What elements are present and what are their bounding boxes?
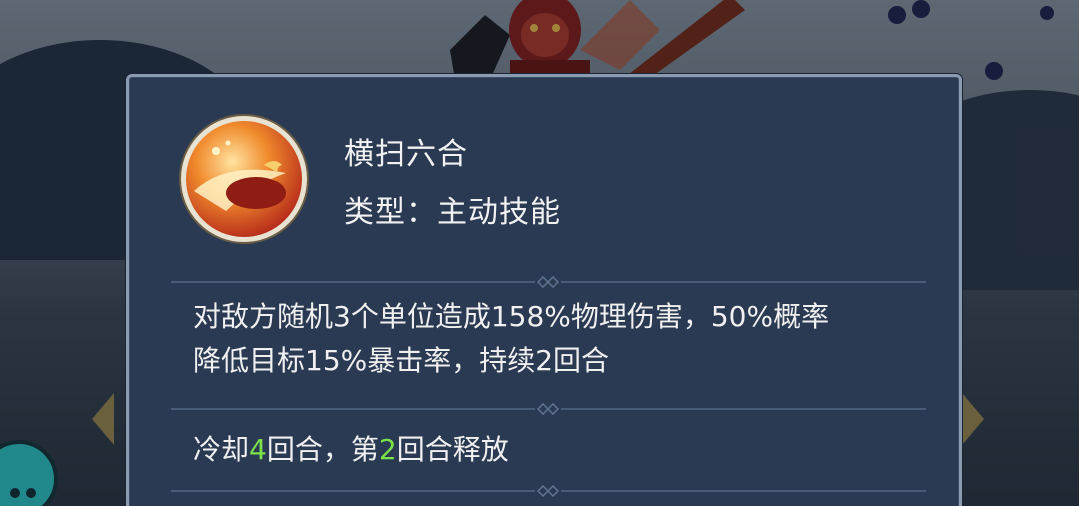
cooldown-prefix: 冷却: [193, 433, 250, 466]
diamond-ornament-icon: [535, 276, 561, 288]
diamond-ornament-icon: [535, 485, 561, 497]
section-divider: [171, 485, 926, 497]
release-round: 2: [378, 433, 397, 466]
description-line: 降低目标15%暴击率，持续2回合: [193, 344, 610, 377]
cooldown-info: 冷却4回合，第2回合释放: [193, 428, 509, 468]
cooldown-rounds: 4: [249, 433, 267, 466]
skill-detail-panel: 横扫六合 类型：主动技能 对敌方随机3个单位造成158%物理伤害，50%概率 降…: [126, 74, 962, 506]
cooldown-middle: 回合，第: [266, 433, 379, 466]
description-line: 对敌方随机3个单位造成158%物理伤害，50%概率: [193, 300, 830, 333]
diamond-ornament-icon: [535, 403, 561, 415]
skill-name: 横扫六合: [344, 137, 468, 172]
game-scene: 横扫六合 类型：主动技能 对敌方随机3个单位造成158%物理伤害，50%概率 降…: [0, 0, 1079, 506]
sweeping-slash-icon: [179, 114, 309, 244]
skill-description: 对敌方随机3个单位造成158%物理伤害，50%概率 降低目标15%暴击率，持续2…: [193, 295, 933, 383]
section-divider: [171, 403, 926, 415]
section-divider: [171, 276, 926, 288]
cooldown-suffix: 回合释放: [396, 433, 509, 466]
skill-type: 类型：主动技能: [344, 195, 561, 230]
